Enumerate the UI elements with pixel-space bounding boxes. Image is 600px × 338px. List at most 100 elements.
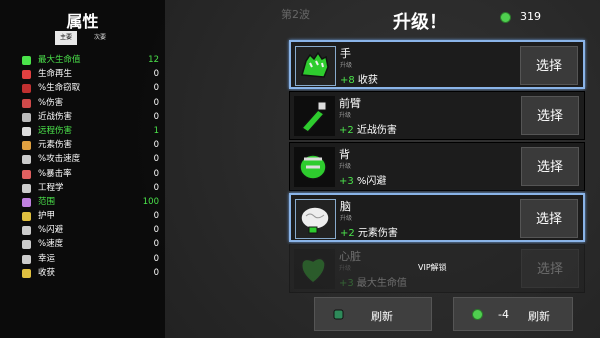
material-coin-icon: [500, 12, 511, 23]
card-name: 心脏: [339, 250, 361, 263]
effect-stat: 近战伤害: [353, 125, 397, 136]
regen-icon: [22, 70, 31, 80]
refresh-icon: [333, 309, 344, 320]
heart-icon: [22, 56, 31, 65]
stat-label: 工程学: [38, 182, 64, 193]
stat-label: 收获: [38, 267, 56, 278]
dodge-icon: [22, 226, 31, 236]
stat-label: %闪避: [38, 225, 64, 236]
card-effect: +3 %闪避: [339, 172, 386, 187]
stat-value: 0: [153, 225, 159, 236]
stat-row: %暴击率 0: [22, 167, 162, 181]
stats-title: 属性: [66, 12, 99, 31]
stat-value: 0: [153, 69, 159, 80]
card-name: 脑: [340, 200, 351, 213]
upgrade-card-brain: 脑 升级 +2 元素伤害 选择: [289, 193, 585, 242]
melee-icon: [22, 112, 31, 122]
stat-label: %攻击速度: [38, 154, 81, 165]
stats-panel: 属性 主要 次要 最大生命值 12 生命再生 0 %生命窃取 0 %伤害 0 近战伤害 0 远程伤害…: [0, 0, 165, 338]
forearm-icon: [294, 96, 335, 136]
paid-refresh-button[interactable]: -4 刷新: [453, 297, 573, 331]
stat-row: 收获 0: [22, 266, 162, 280]
tab-main-stats[interactable]: 主要: [55, 31, 77, 45]
card-type: 升级: [339, 112, 352, 119]
stat-value: 0: [153, 239, 159, 250]
material-coin-icon: [472, 309, 483, 320]
choose-button[interactable]: 选择: [520, 199, 578, 238]
effect-amount: +2: [340, 228, 355, 239]
lifesteal-icon: [22, 84, 31, 94]
stat-label: 范围: [38, 196, 56, 207]
stat-label: 最大生命值: [38, 55, 81, 65]
level-up-title: 升级！: [393, 12, 447, 33]
upgrade-card-forearm: 前臂 升级 +2 近战伤害 选择: [289, 91, 585, 140]
stat-row: 元素伤害 0: [22, 138, 162, 152]
stat-value: 0: [153, 211, 159, 222]
effect-amount: +3: [339, 278, 354, 289]
stat-row: 近战伤害 0: [22, 110, 162, 124]
card-effect: +2 元素伤害: [340, 224, 398, 239]
card-type: 升级: [339, 265, 352, 272]
effect-stat: 最大生命值: [353, 278, 407, 289]
effect-amount: +3: [339, 176, 354, 187]
stat-row: %闪避 0: [22, 223, 162, 237]
card-type: 升级: [340, 215, 353, 222]
ranged-icon: [22, 126, 31, 136]
effect-stat: 收获: [354, 75, 378, 86]
stat-row: %攻击速度 0: [22, 152, 162, 166]
effect-amount: +8: [340, 75, 355, 86]
wave-label: 第2波: [281, 8, 310, 21]
tab-secondary-stats[interactable]: 次要: [86, 31, 114, 45]
choose-button[interactable]: 选择: [520, 46, 578, 85]
stat-value: 0: [153, 154, 159, 165]
elemental-icon: [22, 141, 31, 151]
luck-icon: [22, 254, 31, 264]
harvest-icon: [22, 268, 31, 278]
stat-row: 生命再生 0: [22, 67, 162, 81]
stat-label: %暴击率: [38, 168, 72, 179]
stat-value: 0: [153, 111, 159, 122]
stat-value: 0: [153, 140, 159, 151]
stat-label: 生命再生: [38, 69, 73, 80]
armor-icon: [22, 212, 31, 222]
stat-row: 范围 100: [22, 195, 162, 209]
choose-button[interactable]: 选择: [521, 96, 579, 135]
stat-value: 0: [153, 83, 159, 94]
crit-icon: [22, 169, 31, 179]
stat-value: 0: [153, 267, 159, 278]
stat-value: 1: [153, 125, 159, 136]
stat-row: 护甲 0: [22, 209, 162, 223]
stat-label: %伤害: [38, 97, 64, 108]
stat-row: 幸运 0: [22, 252, 162, 266]
stat-label: %速度: [38, 239, 64, 250]
card-effect: +3 最大生命值: [339, 274, 407, 289]
stat-label: 元素伤害: [38, 140, 73, 151]
card-name: 手: [340, 47, 351, 60]
damage-icon: [22, 98, 31, 108]
heart-organ-icon: [294, 249, 335, 289]
stat-value: 0: [153, 253, 159, 264]
stat-label: 幸运: [38, 253, 56, 264]
choose-button[interactable]: 选择: [521, 147, 579, 186]
brain-icon: [295, 199, 336, 239]
effect-amount: +2: [339, 125, 354, 136]
stat-row: %伤害 0: [22, 96, 162, 110]
stat-row: 远程伤害 1: [22, 124, 162, 138]
free-refresh-button[interactable]: 刷新: [314, 297, 432, 331]
stat-label: %生命窃取: [38, 83, 81, 94]
stat-row: %生命窃取 0: [22, 81, 162, 95]
engineering-icon: [22, 183, 31, 193]
effect-stat: 元素伤害: [354, 228, 398, 239]
choose-button: 选择: [521, 249, 579, 288]
stat-label: 近战伤害: [38, 111, 73, 122]
material-count: 319: [520, 10, 541, 23]
stat-label: 护甲: [38, 211, 56, 222]
vip-unlock-label: VIP解锁: [418, 263, 447, 272]
card-name: 背: [339, 148, 350, 161]
stat-value: 0: [153, 182, 159, 193]
effect-stat: %闪避: [353, 176, 387, 187]
stat-row: 工程学 0: [22, 181, 162, 195]
card-effect: +2 近战伤害: [339, 121, 397, 136]
range-icon: [22, 197, 31, 207]
refresh-cost: -4: [498, 308, 509, 321]
